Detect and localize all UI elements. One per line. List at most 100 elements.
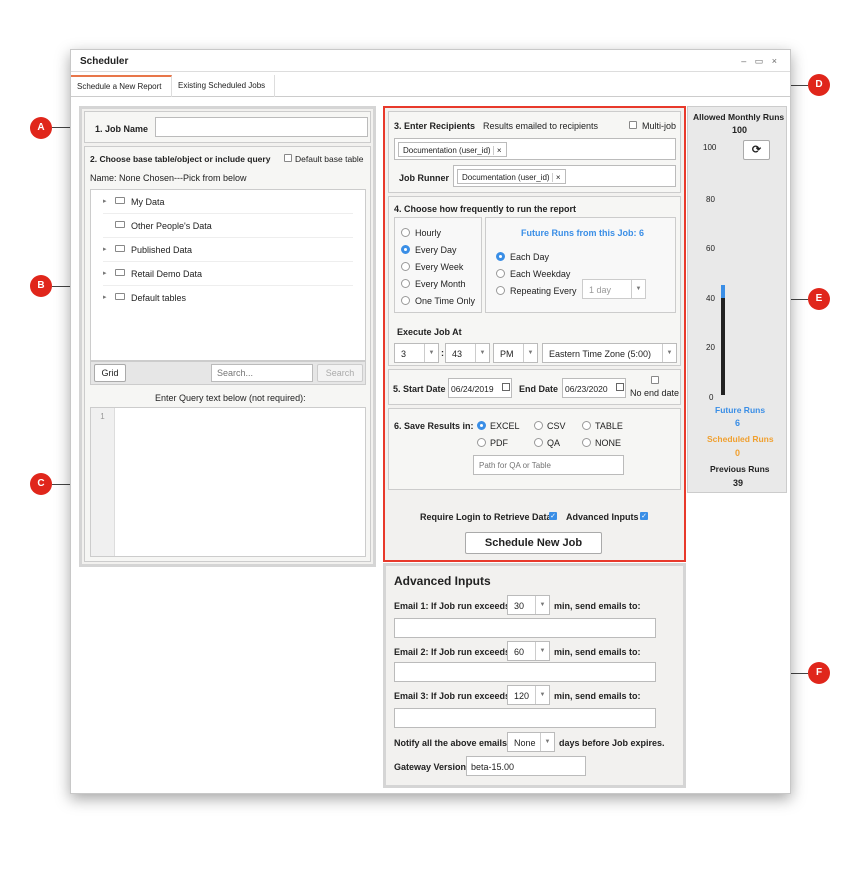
notify-label: Notify all the above emails <box>394 738 508 748</box>
email-2-input[interactable] <box>394 662 656 682</box>
advanced-inputs-panel: Advanced Inputs Email 1: If Job run exce… <box>383 563 686 788</box>
tab-schedule-new-report[interactable]: Schedule a New Report <box>71 75 172 97</box>
default-base-table-checkbox[interactable] <box>284 154 292 162</box>
day-options: Future Runs from this Job: 6 Each Day Ea… <box>485 217 676 313</box>
send-emails-label: min, send emails to: <box>554 691 641 701</box>
require-login-checkbox[interactable]: ✓ <box>549 512 557 520</box>
email-1-input[interactable] <box>394 618 656 638</box>
every-month-label: Every Month <box>415 279 466 289</box>
every-week-label: Every Week <box>415 262 464 272</box>
tree-search-input[interactable] <box>211 364 313 382</box>
hourly-label: Hourly <box>415 228 442 238</box>
advanced-inputs-toggle-label: Advanced Inputs <box>566 512 639 522</box>
tree-item-my-data[interactable]: ▸ My Data <box>103 190 353 214</box>
gateway-version-input[interactable]: beta-15.00 <box>466 756 586 776</box>
ampm-select[interactable]: PM ▼ <box>493 343 538 363</box>
email-3-minutes-select[interactable]: 120 ▼ <box>507 685 550 705</box>
callout-b: B <box>30 275 52 297</box>
remove-chip-icon[interactable]: × <box>492 146 502 155</box>
scheduled-runs-label: Scheduled Runs <box>707 434 774 444</box>
radio-excel[interactable] <box>477 421 486 430</box>
each-weekday-label: Each Weekday <box>510 269 571 279</box>
one-time-only-label: One Time Only <box>415 296 476 306</box>
refresh-button[interactable]: ⟳ <box>743 140 770 160</box>
minute-select[interactable]: 43 ▼ <box>445 343 490 363</box>
gateway-version-label: Gateway Version: <box>394 762 470 772</box>
previous-runs-label: Previous Runs <box>710 464 770 474</box>
tree-toolbar: Grid Search <box>90 361 366 385</box>
radio-every-week[interactable] <box>401 262 410 271</box>
folder-icon <box>115 245 125 252</box>
time-colon: : <box>441 348 444 358</box>
future-runs-count: Future Runs from this Job: 6 <box>521 228 645 238</box>
multi-job-checkbox[interactable] <box>629 121 637 129</box>
advanced-inputs-checkbox[interactable]: ✓ <box>640 512 648 520</box>
pdf-label: PDF <box>490 438 508 448</box>
timezone-select[interactable]: Eastern Time Zone (5:00) ▼ <box>542 343 677 363</box>
window-controls[interactable]: – ▭ × <box>741 56 780 67</box>
email-2-label: Email 2: If Job run exceeds <box>394 647 511 657</box>
email-1-minutes-select[interactable]: 30 ▼ <box>507 595 550 615</box>
previous-runs-value: 39 <box>733 478 744 488</box>
tree-item-published-data[interactable]: ▸ Published Data <box>103 238 353 262</box>
table-label: TABLE <box>595 421 623 431</box>
callout-f: F <box>808 662 830 684</box>
line-gutter: 1 <box>91 408 115 556</box>
radio-repeating-every[interactable] <box>496 286 505 295</box>
radio-every-day[interactable] <box>401 245 410 254</box>
runs-gauge <box>721 285 725 395</box>
email-3-input[interactable] <box>394 708 656 728</box>
tab-existing-scheduled-jobs[interactable]: Existing Scheduled Jobs <box>172 75 275 97</box>
gauge-tick: 60 <box>706 244 715 253</box>
middle-panel: 3. Enter Recipients Results emailed to r… <box>383 106 686 562</box>
frequency-title: 4. Choose how frequently to run the repo… <box>394 204 577 214</box>
radio-every-month[interactable] <box>401 279 410 288</box>
repeat-interval-select[interactable]: 1 day ▼ <box>582 279 646 299</box>
send-emails-label: min, send emails to: <box>554 647 641 657</box>
grid-button[interactable]: Grid <box>94 364 126 382</box>
radio-csv[interactable] <box>534 421 543 430</box>
remove-chip-icon[interactable]: × <box>551 173 561 182</box>
recipients-title: 3. Enter Recipients <box>394 121 476 131</box>
tree-item-retail-demo-data[interactable]: ▸ Retail Demo Data <box>103 262 353 286</box>
radio-hourly[interactable] <box>401 228 410 237</box>
hour-select[interactable]: 3 ▼ <box>394 343 439 363</box>
radio-qa[interactable] <box>534 438 543 447</box>
radio-each-weekday[interactable] <box>496 269 505 278</box>
radio-pdf[interactable] <box>477 438 486 447</box>
tree-item-other-peoples-data[interactable]: Other People's Data <box>103 214 353 238</box>
radio-none[interactable] <box>582 438 591 447</box>
email-2-minutes-select[interactable]: 60 ▼ <box>507 641 550 661</box>
advanced-inputs-title: Advanced Inputs <box>394 574 491 588</box>
job-name-input[interactable] <box>155 117 368 137</box>
callout-e: E <box>808 288 830 310</box>
gauge-tick: 40 <box>706 294 715 303</box>
job-runner-chip: Documentation (user_id) × <box>457 169 566 184</box>
email-3-label: Email 3: If Job run exceeds <box>394 691 511 701</box>
path-input[interactable] <box>473 455 624 475</box>
radio-table[interactable] <box>582 421 591 430</box>
job-runner-input[interactable]: Documentation (user_id) × <box>453 165 676 187</box>
email-1-label: Email 1: If Job run exceeds <box>394 601 511 611</box>
data-tree: ▸ My Data Other People's Data ▸ Published … <box>90 189 366 361</box>
recipients-section: 3. Enter Recipients Results emailed to r… <box>388 111 681 193</box>
radio-one-time-only[interactable] <box>401 296 410 305</box>
calendar-icon[interactable] <box>616 383 624 391</box>
recipients-input[interactable]: Documentation (user_id) × <box>394 138 676 160</box>
notify-suffix-label: days before Job expires. <box>559 738 665 748</box>
window-title: Scheduler <box>80 56 129 67</box>
query-editor[interactable]: 1 <box>90 407 366 557</box>
calendar-icon[interactable] <box>502 383 510 391</box>
schedule-new-job-button[interactable]: Schedule New Job <box>465 532 602 554</box>
no-end-date-checkbox[interactable] <box>651 376 659 384</box>
save-results-title: 6. Save Results in: <box>394 421 474 431</box>
job-name-label: 1. Job Name <box>95 124 149 134</box>
tree-item-default-tables[interactable]: ▸ Default tables <box>103 286 353 310</box>
radio-each-day[interactable] <box>496 252 505 261</box>
gauge-tick: 80 <box>706 195 715 204</box>
search-button[interactable]: Search <box>317 364 363 382</box>
job-name-section: 1. Job Name <box>84 111 371 143</box>
notify-days-select[interactable]: None ▼ <box>507 732 555 752</box>
repeating-every-label: Repeating Every <box>510 286 577 296</box>
folder-icon <box>115 197 125 204</box>
